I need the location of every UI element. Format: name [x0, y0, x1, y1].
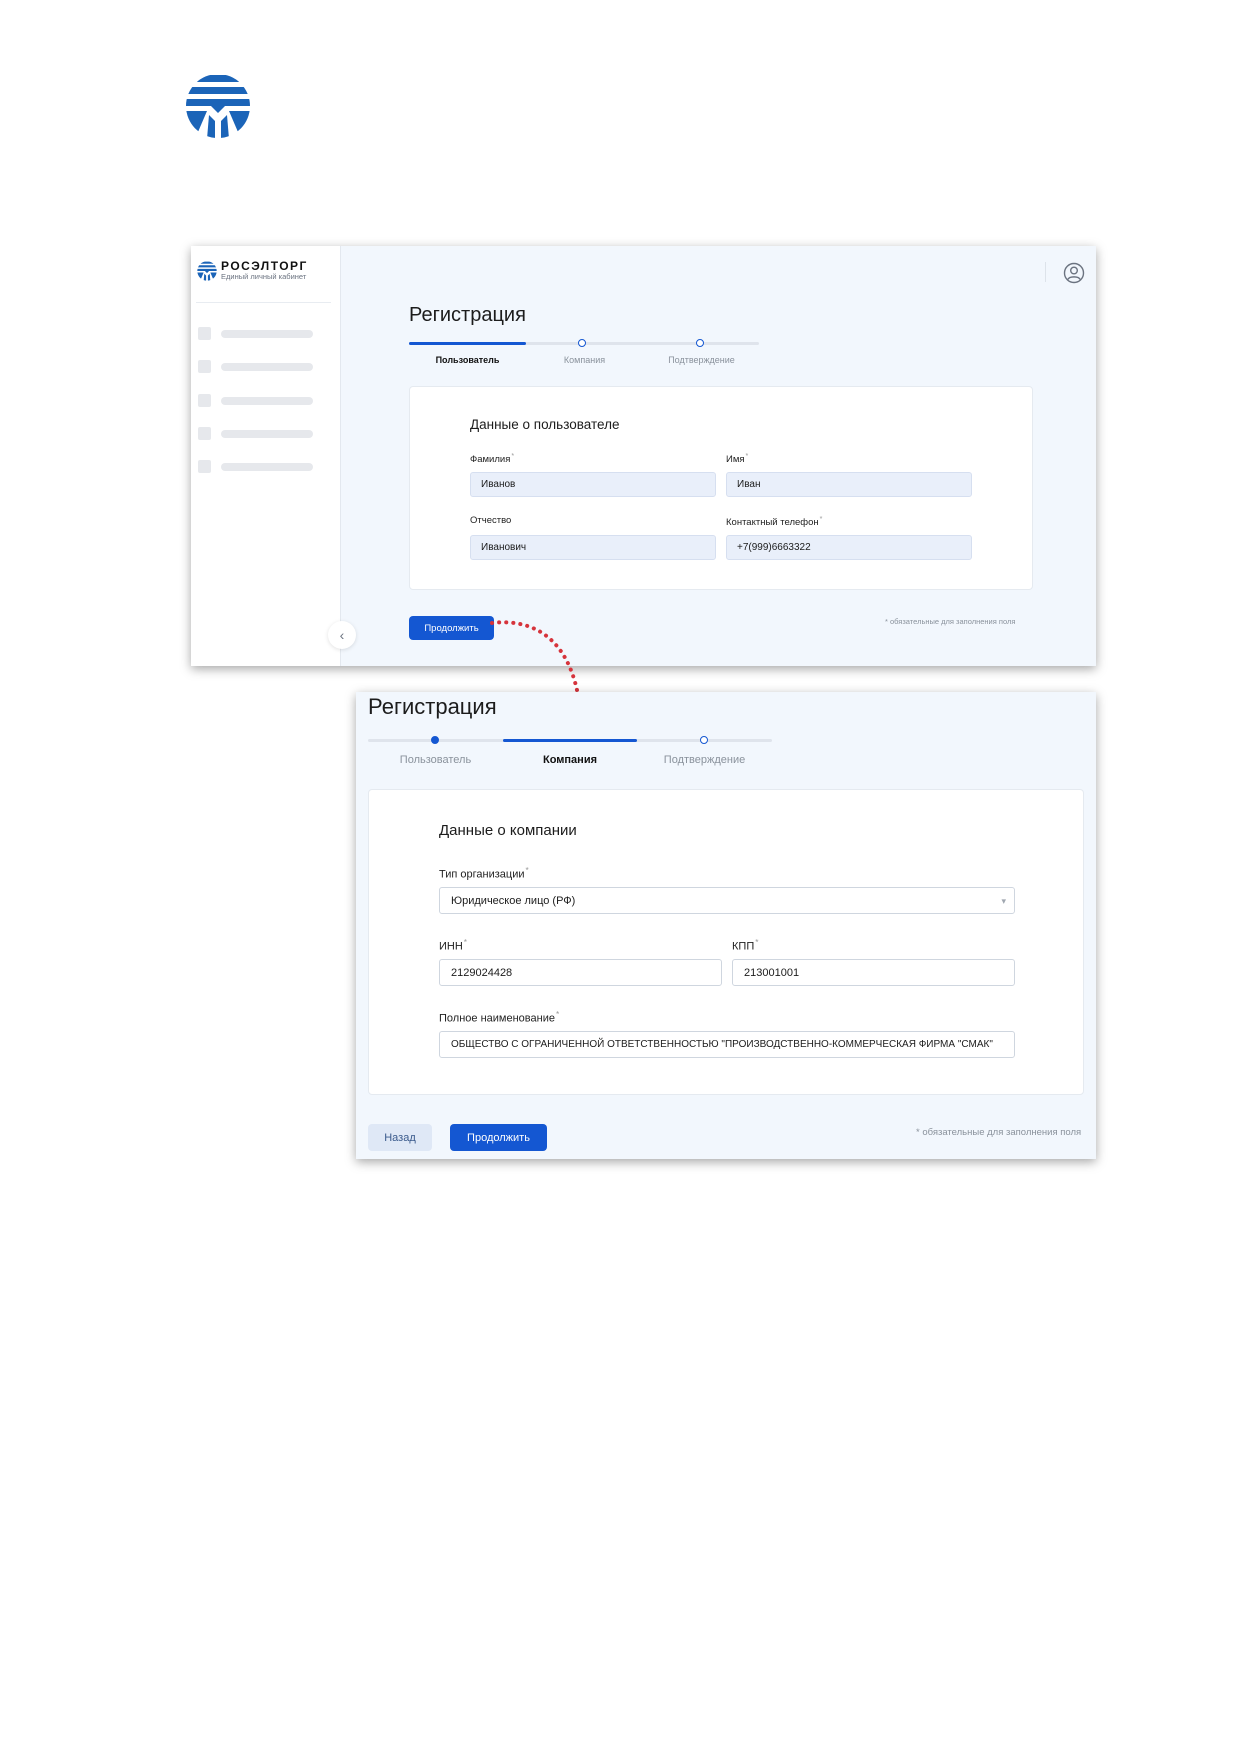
registration-screen-company-step: Регистрация Пользователь Компания Подтве…	[356, 692, 1096, 1159]
step-confirmation[interactable]: Подтверждение	[637, 754, 772, 766]
inn-field[interactable]: 2129024428	[439, 959, 722, 986]
required-mark: *	[511, 452, 515, 460]
company-data-card: Данные о компании Тип организации* Юриди…	[368, 789, 1084, 1095]
placeholder-icon	[198, 427, 211, 440]
placeholder-bar	[221, 396, 313, 405]
required-mark: *	[555, 1010, 560, 1019]
required-mark: *	[819, 515, 823, 523]
required-fields-note: * обязательные для заполнения поля	[885, 617, 1016, 626]
sidebar: РОСЭЛТОРГ Единый личный кабинет	[191, 246, 341, 666]
phone-field[interactable]: +7(999)6663322	[726, 535, 972, 560]
middle-name-label: Отчество	[470, 515, 512, 526]
stepper-progress	[503, 739, 637, 742]
last-name-field[interactable]: Иванов	[470, 472, 716, 497]
continue-button[interactable]: Продолжить	[409, 616, 494, 640]
brand-name: РОСЭЛТОРГ	[221, 259, 308, 273]
step-dot-confirmation	[696, 339, 704, 347]
phone-label-text: Контактный телефон	[726, 517, 819, 529]
step-dot-company	[578, 339, 586, 347]
user-profile-icon[interactable]	[1063, 262, 1085, 284]
sidebar-item-placeholder[interactable]	[198, 360, 313, 373]
chevron-left-icon: ‹	[339, 627, 345, 643]
registration-stepper: Пользователь Компания Подтверждение	[409, 339, 760, 372]
placeholder-icon	[198, 327, 211, 340]
sidebar-item-placeholder[interactable]	[198, 427, 313, 440]
required-fields-note: * обязательные для заполнения поля	[916, 1127, 1082, 1138]
inn-label-text: ИНН	[439, 940, 463, 953]
full-name-label: Полное наименование*	[439, 1010, 559, 1025]
kpp-label-text: КПП	[732, 940, 755, 953]
required-mark: *	[525, 866, 529, 875]
step-dot-user	[431, 736, 439, 744]
org-type-value: Юридическое лицо (РФ)	[451, 894, 576, 907]
placeholder-bar	[221, 462, 313, 471]
org-type-label-text: Тип организации	[439, 868, 525, 881]
first-name-label: Имя*	[726, 452, 748, 465]
card-title: Данные о компании	[439, 822, 577, 839]
full-name-field[interactable]: ОБЩЕСТВО С ОГРАНИЧЕННОЙ ОТВЕТСТВЕННОСТЬЮ…	[439, 1031, 1015, 1058]
required-mark: *	[745, 452, 749, 460]
step-user[interactable]: Пользователь	[368, 754, 503, 766]
page-title: Регистрация	[409, 304, 526, 326]
required-mark: *	[755, 938, 759, 947]
header-divider	[1045, 262, 1046, 282]
brand-subtitle: Единый личный кабинет	[221, 272, 307, 281]
first-name-label-text: Имя	[726, 454, 745, 466]
placeholder-icon	[198, 460, 211, 473]
page-title: Регистрация	[368, 694, 497, 719]
placeholder-bar	[221, 429, 313, 438]
back-button[interactable]: Назад	[368, 1124, 432, 1151]
divider	[196, 302, 331, 303]
user-data-card: Данные о пользователе Фамилия* Иванов Им…	[409, 386, 1033, 590]
placeholder-bar	[221, 362, 313, 371]
registration-stepper: Пользователь Компания Подтверждение	[368, 736, 772, 769]
sidebar-item-placeholder[interactable]	[198, 394, 313, 407]
placeholder-icon	[198, 360, 211, 373]
sidebar-collapse-button[interactable]: ‹	[328, 621, 356, 649]
step-user[interactable]: Пользователь	[409, 355, 526, 365]
full-name-label-text: Полное наименование	[439, 1012, 555, 1025]
first-name-field[interactable]: Иван	[726, 472, 972, 497]
continue-button[interactable]: Продолжить	[450, 1124, 547, 1151]
org-type-select[interactable]: Юридическое лицо (РФ) ▾	[439, 887, 1015, 914]
roseltorg-logo-icon	[197, 261, 217, 281]
card-title: Данные о пользователе	[470, 417, 620, 432]
last-name-label-text: Фамилия	[470, 454, 511, 466]
chevron-down-icon: ▾	[1001, 896, 1006, 906]
placeholder-bar	[221, 329, 313, 338]
registration-screen-user-step: РОСЭЛТОРГ Единый личный кабинет ‹ Регист…	[191, 246, 1096, 666]
brand: РОСЭЛТОРГ Единый личный кабинет	[197, 260, 308, 281]
org-type-label: Тип организации*	[439, 866, 529, 881]
kpp-label: КПП*	[732, 938, 758, 953]
inn-label: ИНН*	[439, 938, 467, 953]
last-name-label: Фамилия*	[470, 452, 514, 465]
step-company[interactable]: Компания	[526, 355, 643, 365]
step-company[interactable]: Компания	[503, 754, 637, 766]
kpp-field[interactable]: 213001001	[732, 959, 1015, 986]
placeholder-icon	[198, 394, 211, 407]
stepper-progress	[409, 342, 526, 345]
phone-label: Контактный телефон*	[726, 515, 822, 528]
required-mark: *	[463, 938, 468, 947]
middle-name-field[interactable]: Иванович	[470, 535, 716, 560]
step-confirmation[interactable]: Подтверждение	[643, 355, 760, 365]
roseltorg-logo-icon	[186, 75, 250, 138]
step-dot-confirmation	[700, 736, 708, 744]
sidebar-item-placeholder[interactable]	[198, 460, 313, 473]
sidebar-item-placeholder[interactable]	[198, 327, 313, 340]
